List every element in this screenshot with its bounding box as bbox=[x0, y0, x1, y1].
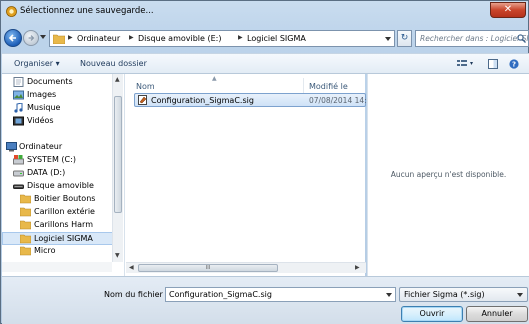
title-bar: Sélectionnez une sauvegarde... ✕ bbox=[1, 1, 528, 23]
address-bar[interactable]: ▶ Ordinateur ▶ Disque amovible (E:) ▶ Lo… bbox=[49, 30, 395, 47]
scrollbar-thumb[interactable]: III bbox=[138, 264, 278, 272]
sort-indicator-icon: ▲ bbox=[212, 75, 217, 82]
filetype-value: Fichier Sigma (*.sig) bbox=[404, 290, 485, 299]
nav-item-videos[interactable]: Vidéos bbox=[2, 115, 120, 128]
filetype-dropdown-icon bbox=[517, 293, 523, 297]
breadcrumb-separator-icon: ▶ bbox=[68, 34, 73, 41]
nav-item-removable-drive[interactable]: Disque amovible bbox=[2, 180, 120, 193]
refresh-button[interactable]: ↻ bbox=[397, 30, 412, 47]
documents-icon bbox=[13, 77, 24, 87]
address-dropdown-icon[interactable] bbox=[385, 36, 391, 42]
file-row[interactable]: Configuration_SigmaC.sig 07/08/2014 14:5 bbox=[134, 93, 371, 107]
recent-pages-dropdown-icon[interactable] bbox=[40, 34, 46, 40]
preview-pane-icon[interactable] bbox=[488, 59, 498, 69]
nav-item-documents[interactable]: Documents bbox=[2, 76, 120, 89]
cancel-button[interactable]: Annuler bbox=[466, 306, 528, 322]
file-list: Nom ▲ Modifié le Configuration_SigmaC.si… bbox=[125, 74, 371, 276]
nav-item-carillons-harm[interactable]: Carillons Harm bbox=[2, 219, 120, 232]
nav-item-micro[interactable]: Micro bbox=[2, 245, 120, 258]
view-dropdown-icon[interactable]: ▾ bbox=[470, 60, 473, 67]
filetype-select[interactable]: Fichier Sigma (*.sig) bbox=[399, 287, 528, 302]
refresh-icon: ↻ bbox=[400, 33, 409, 43]
nav-pane-bottom-gap bbox=[2, 262, 112, 272]
nav-item-system-drive[interactable]: SYSTEM (C:) bbox=[2, 154, 120, 167]
nav-item-music[interactable]: Musique bbox=[2, 102, 120, 115]
nav-item-images[interactable]: Images bbox=[2, 89, 120, 102]
scroll-up-icon[interactable]: ▲ bbox=[115, 76, 120, 83]
music-icon bbox=[14, 103, 23, 113]
folder-icon bbox=[53, 34, 65, 44]
folder-icon bbox=[20, 246, 31, 256]
drive-icon bbox=[13, 170, 24, 177]
open-button[interactable]: Ouvrir bbox=[401, 306, 463, 322]
images-icon bbox=[13, 90, 24, 100]
breadcrumb-separator-icon: ▶ bbox=[238, 34, 243, 41]
filename-value: Configuration_SigmaC.sig bbox=[169, 290, 272, 299]
file-list-horizontal-scrollbar[interactable]: ◀ III ▶ bbox=[126, 262, 366, 273]
organize-button[interactable]: Organiser ▾ bbox=[14, 59, 60, 68]
file-modified-date: 07/08/2014 14:5 bbox=[309, 96, 372, 105]
folder-icon bbox=[20, 234, 31, 244]
command-bar: Organiser ▾ Nouveau dossier ▾ ? bbox=[2, 53, 529, 74]
breadcrumb-removable-drive[interactable]: Disque amovible (E:) bbox=[138, 34, 221, 43]
removable-drive-icon bbox=[13, 184, 24, 189]
search-placeholder: Rechercher dans : Logiciel SIG... bbox=[420, 34, 529, 43]
help-icon[interactable]: ? bbox=[509, 59, 519, 69]
folder-icon bbox=[20, 194, 31, 204]
back-button[interactable] bbox=[4, 29, 22, 47]
close-icon: ✕ bbox=[503, 4, 513, 15]
breadcrumb-separator-icon: ▶ bbox=[129, 34, 134, 41]
file-open-dialog: Sélectionnez une sauvegarde... ✕ ▶ Ordin… bbox=[0, 0, 529, 324]
breadcrumb-computer[interactable]: Ordinateur bbox=[77, 34, 120, 43]
breadcrumb-logiciel-sigma[interactable]: Logiciel SIGMA bbox=[247, 34, 306, 43]
no-preview-message: Aucun aperçu n'est disponible. bbox=[390, 170, 507, 179]
system-drive-icon bbox=[13, 155, 24, 165]
window-title: Sélectionnez une sauvegarde... bbox=[20, 6, 154, 16]
scroll-right-icon[interactable]: ▶ bbox=[355, 264, 360, 271]
forward-button[interactable] bbox=[23, 30, 39, 46]
file-name: Configuration_SigmaC.sig bbox=[151, 96, 254, 105]
arrow-left-icon bbox=[8, 34, 16, 42]
scroll-down-icon[interactable]: ▼ bbox=[115, 252, 120, 259]
nav-item-logiciel-sigma[interactable]: Logiciel SIGMA bbox=[2, 232, 120, 245]
sig-file-icon bbox=[138, 95, 147, 105]
filename-label: Nom du fichier : bbox=[104, 290, 169, 299]
scrollbar-thumb[interactable] bbox=[114, 96, 122, 213]
preview-pane: Aucun aperçu n'est disponible. bbox=[367, 74, 529, 276]
videos-icon bbox=[13, 116, 24, 126]
column-header-modified[interactable]: Modifié le bbox=[309, 82, 348, 91]
app-icon bbox=[6, 6, 17, 17]
close-button[interactable]: ✕ bbox=[490, 2, 526, 18]
arrow-right-icon bbox=[28, 35, 35, 41]
folder-icon bbox=[20, 207, 31, 217]
filename-dropdown-icon[interactable] bbox=[386, 292, 392, 298]
computer-icon bbox=[6, 142, 17, 152]
nav-item-computer[interactable]: Ordinateur bbox=[2, 141, 120, 154]
nav-pane-vertical-scrollbar[interactable]: ▲ ▼ bbox=[112, 74, 123, 262]
navigation-pane: Documents Images Musique Vidéos Ordinate… bbox=[2, 74, 125, 276]
svg-text:?: ? bbox=[512, 61, 516, 69]
dialog-footer: Nom du fichier : Configuration_SigmaC.si… bbox=[2, 276, 529, 324]
filename-input[interactable]: Configuration_SigmaC.sig bbox=[165, 287, 396, 302]
search-input[interactable]: Rechercher dans : Logiciel SIG... bbox=[415, 30, 529, 47]
column-separator[interactable] bbox=[303, 78, 304, 94]
scroll-left-icon[interactable]: ◀ bbox=[129, 264, 134, 271]
nav-item-boitier-boutons[interactable]: Boitier Boutons bbox=[2, 193, 120, 206]
view-options-icon[interactable] bbox=[457, 59, 467, 69]
nav-item-carillon-exterieur[interactable]: Carillon extérie bbox=[2, 206, 120, 219]
column-header-name[interactable]: Nom bbox=[136, 82, 155, 91]
search-icon bbox=[517, 34, 526, 43]
folder-icon bbox=[20, 220, 31, 230]
nav-item-data-drive[interactable]: DATA (D:) bbox=[2, 167, 120, 180]
new-folder-button[interactable]: Nouveau dossier bbox=[80, 59, 147, 68]
